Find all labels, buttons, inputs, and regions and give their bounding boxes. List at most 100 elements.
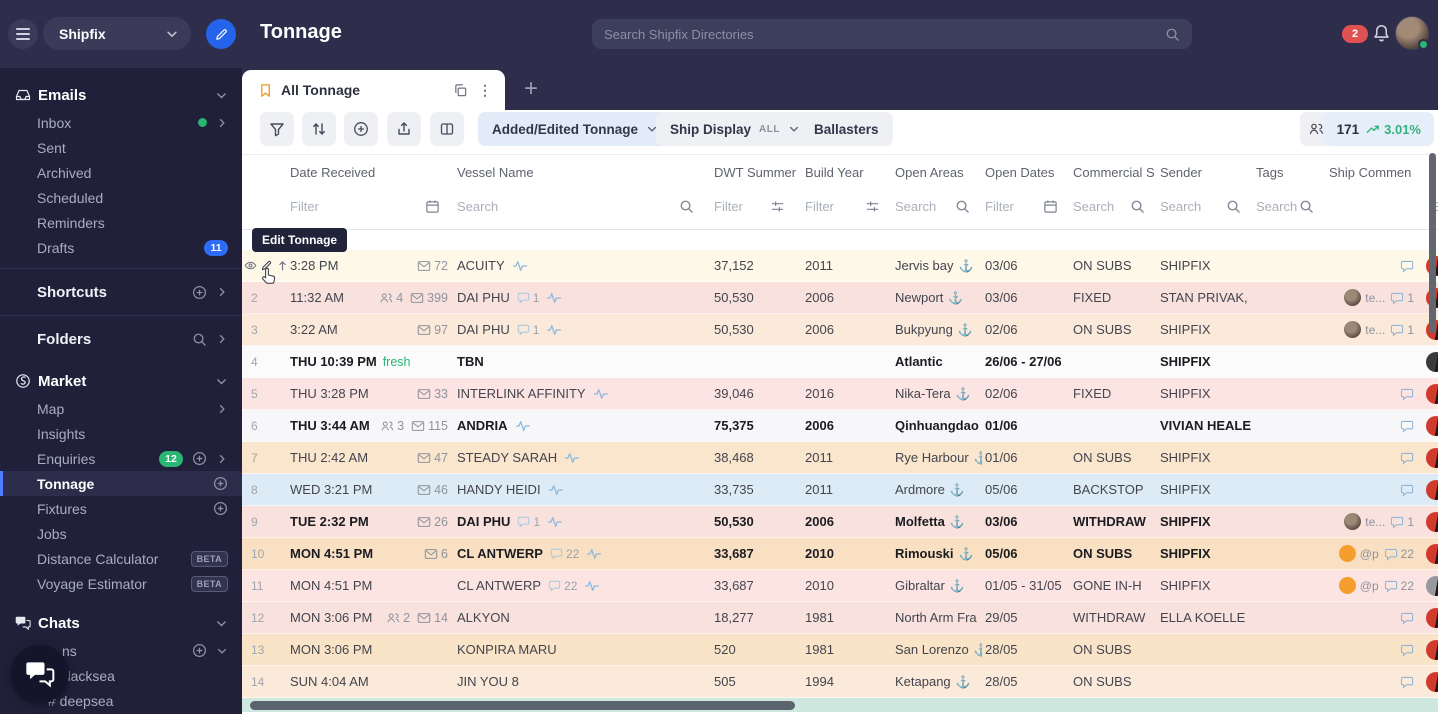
chat-widget-launcher[interactable] <box>11 645 69 703</box>
sidebar-item-tonnage[interactable]: Tonnage <box>0 471 242 496</box>
column-header-sender[interactable]: Sender <box>1157 165 1253 180</box>
cell-vessel-name[interactable]: JIN YOU 8 <box>452 674 706 689</box>
cell-tags-and-comments[interactable]: @p22 <box>1326 577 1438 594</box>
hide-icon[interactable] <box>244 259 257 272</box>
ship-comment-button[interactable] <box>1400 419 1414 433</box>
cell-tags-and-comments[interactable]: te... 1 <box>1326 513 1438 530</box>
column-filter-date-received[interactable]: Filter <box>290 199 452 214</box>
global-search[interactable] <box>592 19 1192 49</box>
cell-vessel-name[interactable]: DAI PHU1 <box>452 290 706 305</box>
ship-comment-button[interactable]: 22 <box>1384 547 1414 561</box>
sidebar-item-jobs[interactable]: Jobs <box>0 521 242 546</box>
tag-chip[interactable]: @p <box>1339 545 1379 562</box>
workspace-selector[interactable]: Shipfix <box>43 17 191 50</box>
cell-tags-and-comments[interactable]: @p 22 <box>1326 545 1438 562</box>
ballasters-button[interactable]: Ballasters <box>800 112 893 146</box>
ship-comment-button[interactable] <box>1400 611 1414 625</box>
sidebar-item-reminders[interactable]: Reminders <box>0 210 242 235</box>
new-tab-button[interactable]: + <box>518 76 544 102</box>
sidebar-item-insights[interactable]: Insights <box>0 421 242 446</box>
compose-button[interactable] <box>206 19 236 49</box>
cell-vessel-name[interactable]: TBN <box>452 354 706 369</box>
cell-tags-and-comments[interactable] <box>1326 419 1438 433</box>
table-row[interactable]: 7THU 2:42 AM47STEADY SARAH38,4682011Rye … <box>242 442 1438 474</box>
columns-button[interactable] <box>430 112 464 146</box>
global-search-input[interactable] <box>604 27 1165 42</box>
ship-display-dropdown[interactable]: Ship Display ALL <box>656 112 814 146</box>
column-header-vessel-name[interactable]: Vessel Name <box>452 165 706 180</box>
sidebar-item-map[interactable]: Map <box>0 396 242 421</box>
table-row[interactable]: 5THU 3:28 PM33INTERLINK AFFINITY39,04620… <box>242 378 1438 410</box>
ship-comment-button[interactable] <box>1400 675 1414 689</box>
ship-comment-button[interactable]: 22 <box>1384 579 1414 593</box>
tab-all-tonnage[interactable]: All Tonnage ⋮ <box>242 70 505 110</box>
sidebar-item-drafts[interactable]: Drafts11 <box>0 235 242 260</box>
column-filter-open-dates[interactable]: Filter <box>982 199 1070 214</box>
cell-tags-and-comments[interactable] <box>1326 483 1438 497</box>
cell-vessel-name[interactable]: CL ANTWERP22 <box>452 578 706 593</box>
added-edited-tonnage-dropdown[interactable]: Added/Edited Tonnage <box>478 112 672 146</box>
column-header-open-areas[interactable]: Open Areas <box>892 165 982 180</box>
sidebar-item-fixtures[interactable]: Fixtures <box>0 496 242 521</box>
column-filter-build-year[interactable]: Filter <box>797 199 892 214</box>
sidebar-item-voyage-estimator[interactable]: Voyage EstimatorBETA <box>0 571 242 596</box>
cell-tags-and-comments[interactable] <box>1326 259 1438 273</box>
cell-vessel-name[interactable]: ANDRIA <box>452 418 706 433</box>
tab-menu-icon[interactable]: ⋮ <box>478 82 493 99</box>
table-row[interactable]: 14SUN 4:04 AMJIN YOU 85051994Ketapang⚓28… <box>242 666 1438 698</box>
sidebar-item-scheduled[interactable]: Scheduled <box>0 185 242 210</box>
column-filter-open-areas[interactable]: Search <box>892 199 982 214</box>
cell-vessel-name[interactable]: DAI PHU1 <box>452 514 706 529</box>
column-header-date-received[interactable]: Date Received <box>290 165 452 180</box>
sidebar-item-enquiries[interactable]: Enquiries12 <box>0 446 242 471</box>
ship-comment-button[interactable] <box>1400 643 1414 657</box>
duplicate-tab-icon[interactable] <box>453 83 468 98</box>
ship-comment-button[interactable]: 1 <box>1390 323 1414 337</box>
vertical-scrollbar[interactable] <box>1429 153 1436 333</box>
ship-comment-button[interactable]: 1 <box>1390 515 1414 529</box>
column-filter-tags[interactable]: Search <box>1253 199 1326 214</box>
cell-vessel-name[interactable]: ACUITY <box>452 258 706 273</box>
table-row[interactable]: 6THU 3:44 AM3115ANDRIA75,3752006Qinhuang… <box>242 410 1438 442</box>
tag-chip[interactable]: te... <box>1344 513 1385 530</box>
tag-chip[interactable]: te... <box>1344 321 1385 338</box>
sidebar-item-archived[interactable]: Archived <box>0 160 242 185</box>
table-row[interactable]: 13MON 3:06 PMKONPIRA MARU5201981San Lore… <box>242 634 1438 666</box>
user-avatar[interactable] <box>1395 16 1429 50</box>
table-row[interactable]: 3:28 PM72ACUITY37,1522011Jervis bay⚓03/0… <box>242 250 1438 282</box>
column-filter-commercial-s[interactable]: Search <box>1070 199 1157 214</box>
sidebar-item-distance-calculator[interactable]: Distance CalculatorBETA <box>0 546 242 571</box>
cell-tags-and-comments[interactable]: te...1 <box>1326 289 1438 306</box>
sidebar-item-sent[interactable]: Sent <box>0 135 242 160</box>
cell-tags-and-comments[interactable] <box>1326 611 1438 625</box>
ship-comment-button[interactable] <box>1400 483 1414 497</box>
column-filter-sender[interactable]: Search <box>1157 199 1253 214</box>
column-filter-dwt-summer[interactable]: Filter <box>706 199 797 214</box>
column-header-open-dates[interactable]: Open Dates <box>982 165 1070 180</box>
sidebar-item-inbox[interactable]: Inbox <box>0 110 242 135</box>
column-filter-vessel-name[interactable]: Search <box>452 199 706 214</box>
sidebar-section-header-chats[interactable]: Chats <box>0 608 242 638</box>
table-row[interactable]: 10MON 4:51 PM6CL ANTWERP2233,6872010Rimo… <box>242 538 1438 570</box>
column-header-ship-commen[interactable]: Ship Commen <box>1326 165 1438 180</box>
cell-tags-and-comments[interactable] <box>1326 675 1438 689</box>
cell-vessel-name[interactable]: INTERLINK AFFINITY <box>452 386 706 401</box>
column-header-build-year[interactable]: Build Year <box>797 165 892 180</box>
hamburger-menu-button[interactable] <box>8 19 38 49</box>
table-row[interactable]: 8WED 3:21 PM46HANDY HEIDI33,7352011Ardmo… <box>242 474 1438 506</box>
cell-tags-and-comments[interactable] <box>1326 451 1438 465</box>
column-header-dwt-summer[interactable]: DWT Summer <box>706 165 797 180</box>
sidebar-item-shortcuts[interactable]: Shortcuts <box>0 277 242 307</box>
cell-vessel-name[interactable]: STEADY SARAH <box>452 450 706 465</box>
filter-button[interactable] <box>260 112 294 146</box>
horizontal-scrollbar-thumb[interactable] <box>250 701 795 710</box>
cell-vessel-name[interactable]: ALKYON <box>452 610 706 625</box>
sort-button[interactable] <box>302 112 336 146</box>
export-button[interactable] <box>387 112 421 146</box>
add-button[interactable] <box>344 112 378 146</box>
cell-vessel-name[interactable]: CL ANTWERP22 <box>452 546 706 561</box>
cell-vessel-name[interactable]: HANDY HEIDI <box>452 482 706 497</box>
cell-tags-and-comments[interactable]: te... 1 <box>1326 321 1438 338</box>
table-row[interactable]: 211:32 AM4399DAI PHU150,5302006Newport⚓0… <box>242 282 1438 314</box>
cell-tags-and-comments[interactable] <box>1326 643 1438 657</box>
